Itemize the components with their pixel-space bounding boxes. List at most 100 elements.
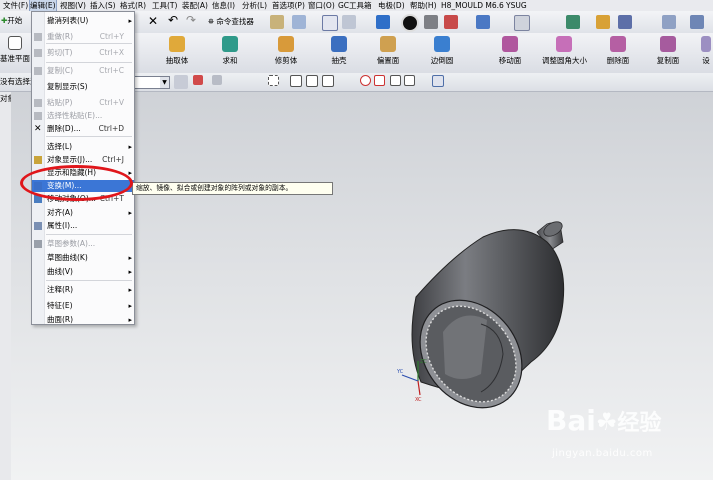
- menu-preferences[interactable]: 首选项(P): [272, 0, 305, 11]
- menu-item-label: 复制(C): [47, 66, 74, 75]
- close-icon[interactable]: ✕: [148, 14, 158, 28]
- menu-h8-mould[interactable]: H8_MOULD M6.6: [441, 0, 504, 11]
- filter-dropdown[interactable]: ▼: [134, 76, 170, 89]
- menu-separator: [46, 43, 132, 44]
- menu-item-label: 选择(L): [47, 142, 73, 151]
- menu-format[interactable]: 格式(R): [120, 0, 146, 11]
- menu-item-label: 注释(R): [47, 285, 74, 294]
- menu-item-feature[interactable]: 特征(E) ▸: [32, 300, 134, 312]
- layer-icon[interactable]: [514, 15, 530, 31]
- shell-button[interactable]: 抽壳: [327, 35, 351, 71]
- menu-tools[interactable]: 工具(T): [152, 0, 177, 11]
- edge-blend-icon: [434, 36, 450, 52]
- render-style-icon[interactable]: [401, 14, 419, 32]
- snap-point-icon[interactable]: [193, 75, 203, 85]
- material-icon[interactable]: [424, 15, 438, 29]
- ruler-icon[interactable]: [662, 15, 676, 29]
- properties-icon: [34, 222, 42, 230]
- menu-item-redo[interactable]: 重做(R) Ctrl+Y: [32, 31, 134, 43]
- grid-icon[interactable]: [322, 15, 338, 31]
- redo-icon[interactable]: ↷: [186, 13, 196, 27]
- menu-item-shortcut: Ctrl+D: [98, 124, 124, 133]
- menu-file[interactable]: 文件(F): [3, 0, 28, 11]
- view-cube-icon[interactable]: [444, 15, 458, 29]
- snap-settings-icon[interactable]: [432, 75, 444, 87]
- endpoint-icon[interactable]: [290, 75, 302, 87]
- menu-item-curve[interactable]: 曲线(V) ▸: [32, 266, 134, 278]
- control-point-icon[interactable]: [322, 75, 334, 87]
- point-on-curve-icon[interactable]: [390, 75, 401, 86]
- move-face-icon: [502, 36, 518, 52]
- menu-analysis[interactable]: 分析(L): [242, 0, 267, 11]
- datum-plane-icon: [8, 36, 22, 50]
- extract-body-button[interactable]: 抽取体: [163, 35, 191, 71]
- rotate-icon[interactable]: [212, 75, 222, 85]
- settings-icon[interactable]: [690, 15, 704, 29]
- menu-ysug[interactable]: YSUG: [506, 0, 527, 11]
- wrench-icon[interactable]: [270, 15, 284, 29]
- menu-item-cut[interactable]: 剪切(T) Ctrl+X: [32, 47, 134, 59]
- menu-item-label: 特征(E): [47, 301, 73, 310]
- paste-special-icon: [34, 112, 42, 120]
- menu-item-paste-special[interactable]: 选择性粘贴(E)...: [32, 110, 134, 122]
- menu-item-undo-list[interactable]: 撤消列表(U) ▸: [32, 15, 134, 27]
- more-button[interactable]: 设: [700, 35, 712, 71]
- baidu-watermark: Bai☘经验 jingyan.baidu.com: [540, 400, 710, 475]
- menu-item-copy[interactable]: 复制(C) Ctrl+C: [32, 65, 134, 77]
- unite-button[interactable]: 求和: [218, 35, 242, 71]
- menu-item-properties[interactable]: 属性(I)...: [32, 220, 134, 232]
- snap-icon[interactable]: [618, 15, 632, 29]
- menu-item-shortcut: Ctrl+V: [99, 98, 124, 107]
- start-button[interactable]: ✚开始: [1, 15, 22, 26]
- menu-electrode[interactable]: 电极(D): [378, 0, 405, 11]
- watermark-brand: Bai☘经验: [546, 404, 662, 437]
- submenu-arrow-icon: ▸: [128, 17, 132, 25]
- analysis-icon[interactable]: [566, 15, 580, 29]
- menu-item-annotation[interactable]: 注释(R) ▸: [32, 284, 134, 296]
- menu-item-sketch-curve[interactable]: 草图曲线(K) ▸: [32, 252, 134, 264]
- menu-info[interactable]: 信息(I): [212, 0, 235, 11]
- select-all-icon[interactable]: [174, 75, 188, 89]
- menu-item-align[interactable]: 对齐(A) ▸: [32, 207, 134, 219]
- undo-icon[interactable]: ↶: [168, 13, 178, 27]
- menu-item-shortcut: Ctrl+Y: [99, 32, 124, 41]
- datum-plane-button[interactable]: 基准平面: [0, 35, 30, 71]
- command-finder-button[interactable]: ⛯ 命令查找器: [208, 16, 254, 27]
- midpoint-icon[interactable]: [306, 75, 318, 87]
- arc-center-icon[interactable]: [360, 75, 371, 86]
- menu-item-copy-display[interactable]: 复制显示(S): [32, 81, 134, 93]
- select-icon[interactable]: [292, 15, 306, 29]
- menu-item-paste[interactable]: 粘贴(P) Ctrl+V: [32, 97, 134, 109]
- menu-item-label: 重做(R): [47, 32, 74, 41]
- wcs-icon[interactable]: [476, 15, 490, 29]
- wcs-triad: ZC YC XC: [396, 359, 427, 401]
- menu-item-surface[interactable]: 曲面(R) ▸: [32, 314, 134, 326]
- binoculars-icon: ⛯: [208, 17, 214, 26]
- shaded-cube-icon[interactable]: [376, 15, 390, 29]
- menu-item-sketch-params[interactable]: 草图参数(A)...: [32, 238, 134, 250]
- trim-body-button[interactable]: 修剪体: [272, 35, 300, 71]
- delete-face-button[interactable]: 删除面: [604, 35, 632, 71]
- resize-blend-button[interactable]: 调整圆角大小: [542, 35, 587, 71]
- submenu-arrow-icon: ▸: [128, 268, 132, 276]
- menu-gc-toolbox[interactable]: GC工具箱: [338, 0, 372, 11]
- rectangle-select-icon[interactable]: [268, 75, 279, 86]
- menu-item-delete[interactable]: ✕ 删除(D)... Ctrl+D: [32, 123, 134, 135]
- menu-insert[interactable]: 插入(S): [90, 0, 116, 11]
- menu-edit[interactable]: 编辑(E): [29, 0, 57, 12]
- paw-icon: ☘: [595, 408, 618, 436]
- copy-face-button[interactable]: 复制面: [654, 35, 682, 71]
- quadrant-icon[interactable]: [374, 75, 385, 86]
- xc-label: XC: [415, 397, 422, 401]
- menu-window[interactable]: 窗口(O): [308, 0, 335, 11]
- move-face-button[interactable]: 移动面: [496, 35, 524, 71]
- menu-assembly[interactable]: 装配(A): [182, 0, 208, 11]
- edge-blend-button[interactable]: 边倒圆: [428, 35, 456, 71]
- measure-icon[interactable]: [596, 15, 610, 29]
- offset-face-button[interactable]: 偏置面: [374, 35, 402, 71]
- intersection-icon[interactable]: [404, 75, 415, 86]
- menu-help[interactable]: 帮助(H): [410, 0, 437, 11]
- zoom-icon[interactable]: [342, 15, 356, 29]
- menu-item-select[interactable]: 选择(L) ▸: [32, 141, 134, 153]
- menu-view[interactable]: 视图(V): [60, 0, 86, 11]
